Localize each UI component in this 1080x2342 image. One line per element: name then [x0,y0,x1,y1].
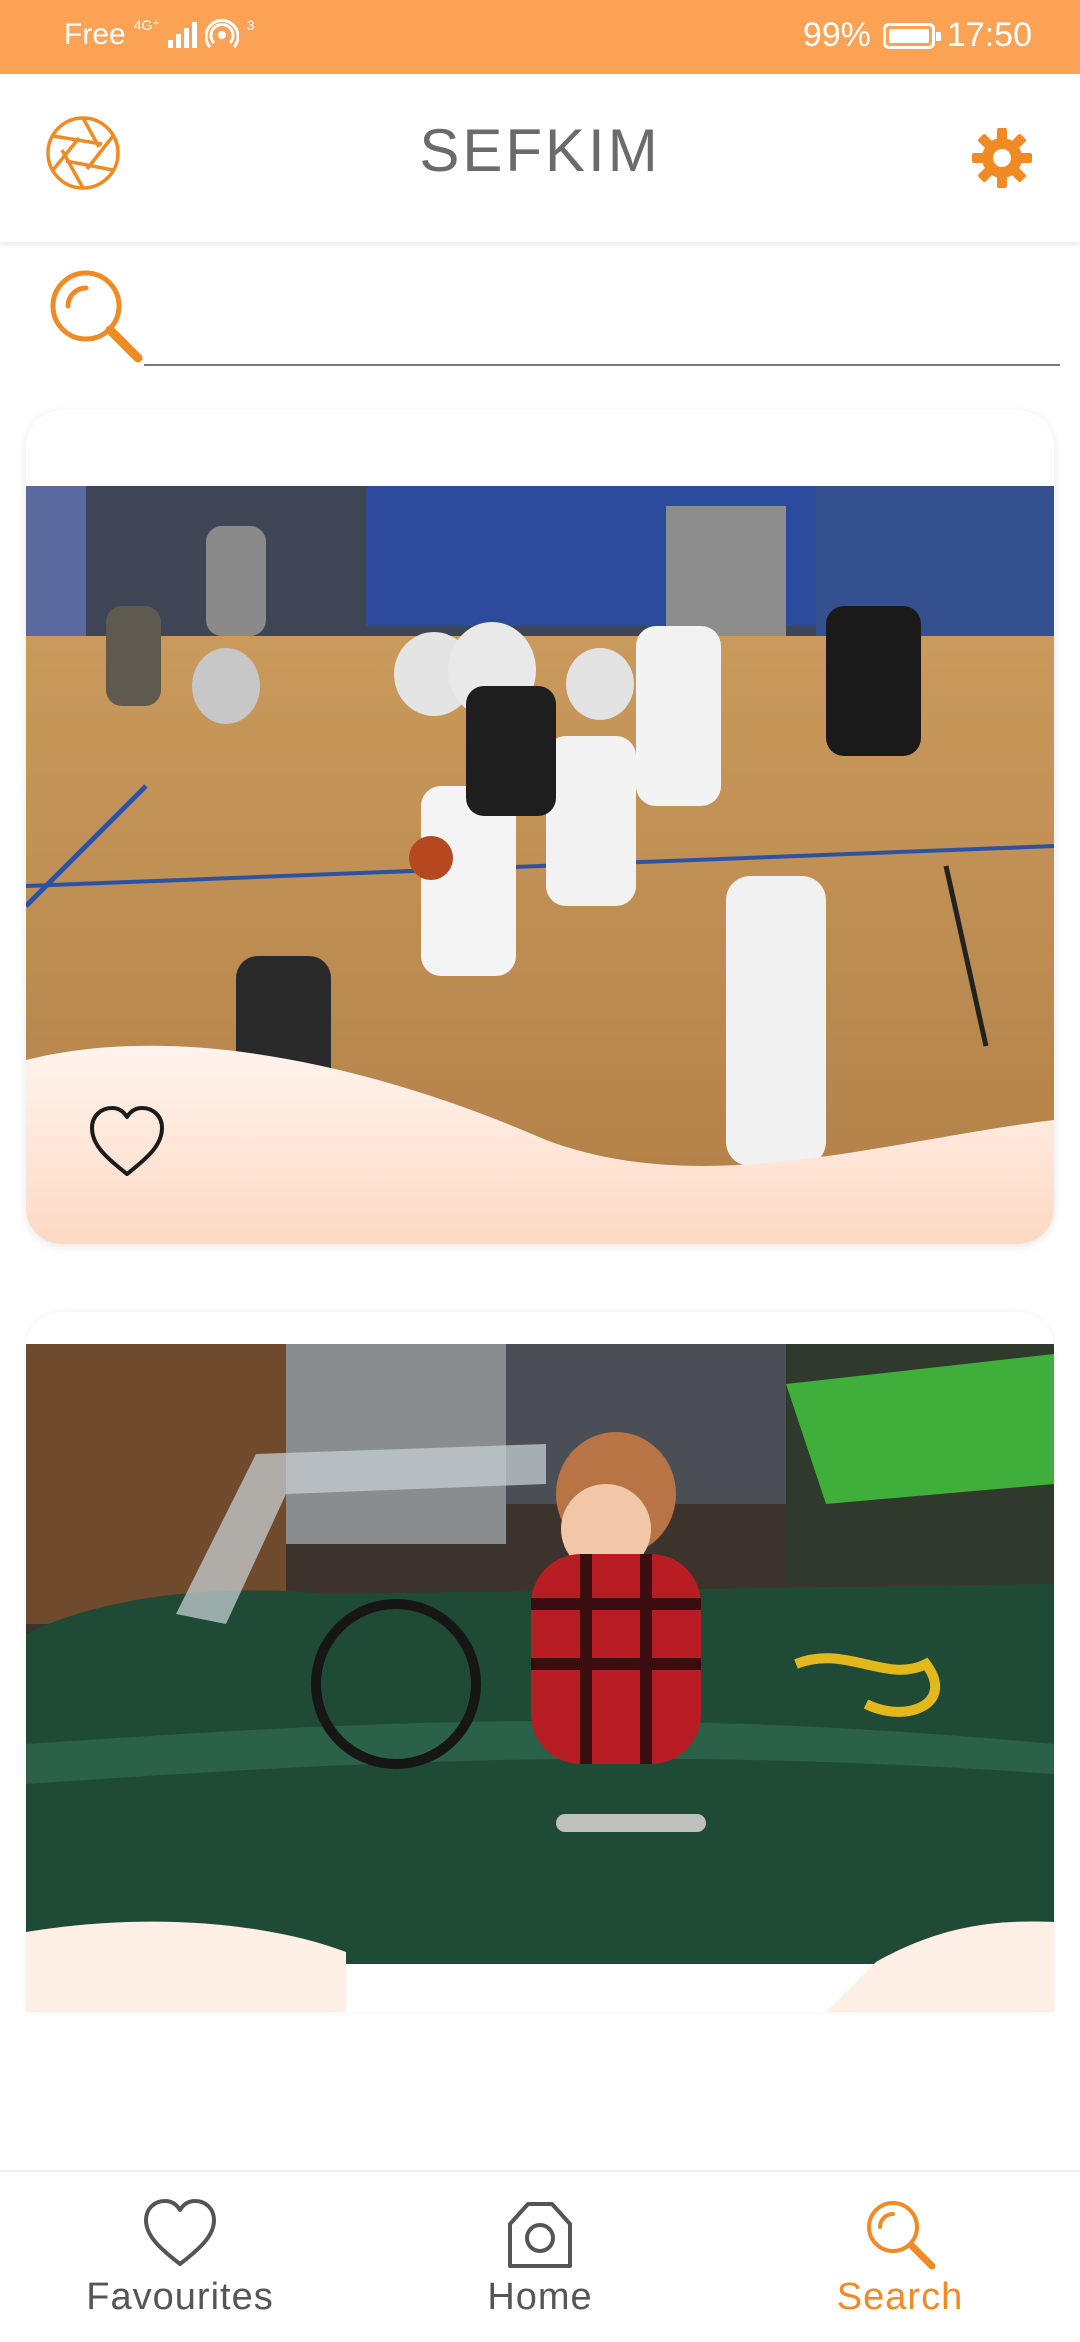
camera-icon [508,2202,572,2268]
bottom-nav: Favourites Home Search [0,2170,1080,2342]
app-bar: SEFKIM [0,74,1080,242]
search-input[interactable] [144,280,1060,366]
card-footer-wave [26,1045,1054,1244]
battery-icon [882,22,941,49]
search-icon[interactable] [44,264,148,368]
status-right: 99% 17:50 [803,16,1032,55]
child-in-green-convertible-photo [26,1344,1054,1964]
hotspot-count: 3 [246,17,255,33]
heart-icon [144,2199,216,2266]
photo-card[interactable] [26,410,1054,1244]
nav-label: Favourites [86,2276,274,2318]
hotspot-icon [204,18,239,48]
status-bar: Free 4G⁺ 3 99% 17:50 [0,0,1080,74]
nav-label: Search [836,2276,964,2318]
clock: 17:50 [946,16,1032,54]
nav-favourites[interactable]: Favourites [0,2172,360,2342]
search-bar [0,250,1080,390]
status-left: Free 4G⁺ 3 [64,16,255,52]
photo-card[interactable] [26,1312,1054,2012]
nav-search[interactable]: Search [720,2172,1080,2342]
signal-icon [167,22,197,48]
nav-label: Home [487,2276,593,2318]
gear-icon[interactable] [970,126,1034,190]
search-icon [867,2201,936,2270]
carrier-name: Free [64,18,126,51]
nav-home[interactable]: Home [360,2172,720,2342]
network-type: 4G⁺ [133,16,160,33]
battery-percent: 99% [802,16,871,54]
card-footer-wave [26,1921,1054,2012]
heart-outline-icon[interactable] [84,1100,170,1186]
app-title: SEFKIM [419,117,661,184]
